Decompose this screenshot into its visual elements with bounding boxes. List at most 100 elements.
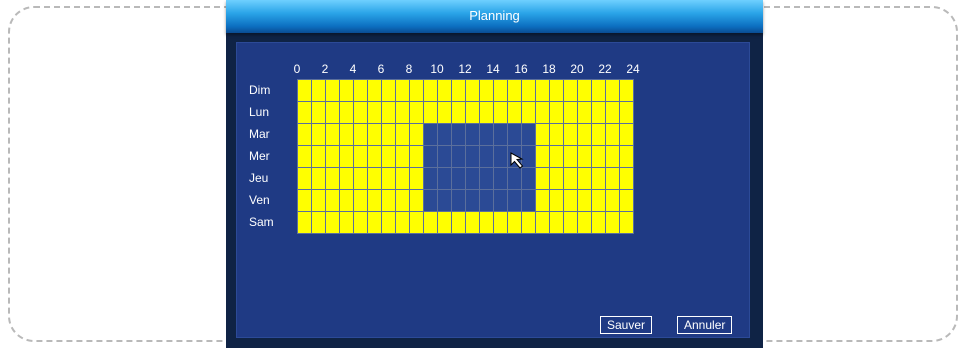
schedule-cell[interactable]	[522, 102, 536, 124]
schedule-cell[interactable]	[564, 124, 578, 146]
schedule-cell[interactable]	[592, 102, 606, 124]
schedule-cell[interactable]	[452, 190, 466, 212]
schedule-cell[interactable]	[298, 168, 312, 190]
schedule-cell[interactable]	[494, 212, 508, 234]
schedule-cell[interactable]	[592, 212, 606, 234]
schedule-cell[interactable]	[578, 80, 592, 102]
schedule-cell[interactable]	[620, 102, 634, 124]
schedule-cell[interactable]	[368, 168, 382, 190]
schedule-cell[interactable]	[466, 124, 480, 146]
schedule-cell[interactable]	[424, 124, 438, 146]
schedule-cell[interactable]	[438, 190, 452, 212]
schedule-cell[interactable]	[508, 124, 522, 146]
schedule-cell[interactable]	[312, 124, 326, 146]
schedule-cell[interactable]	[592, 146, 606, 168]
schedule-cell[interactable]	[452, 146, 466, 168]
schedule-cell[interactable]	[620, 168, 634, 190]
schedule-cell[interactable]	[340, 190, 354, 212]
schedule-cell[interactable]	[564, 80, 578, 102]
schedule-cell[interactable]	[452, 80, 466, 102]
schedule-cell[interactable]	[438, 212, 452, 234]
schedule-cell[interactable]	[382, 168, 396, 190]
schedule-cell[interactable]	[298, 190, 312, 212]
schedule-cell[interactable]	[494, 146, 508, 168]
schedule-cell[interactable]	[564, 212, 578, 234]
schedule-cell[interactable]	[606, 124, 620, 146]
schedule-cell[interactable]	[494, 80, 508, 102]
schedule-cell[interactable]	[424, 80, 438, 102]
schedule-cell[interactable]	[368, 124, 382, 146]
schedule-cell[interactable]	[424, 146, 438, 168]
schedule-cell[interactable]	[410, 80, 424, 102]
schedule-cell[interactable]	[410, 146, 424, 168]
schedule-cell[interactable]	[620, 80, 634, 102]
schedule-cell[interactable]	[452, 212, 466, 234]
schedule-cell[interactable]	[326, 124, 340, 146]
schedule-cell[interactable]	[480, 146, 494, 168]
schedule-cell[interactable]	[480, 212, 494, 234]
schedule-cell[interactable]	[564, 168, 578, 190]
schedule-cell[interactable]	[410, 190, 424, 212]
schedule-cell[interactable]	[312, 190, 326, 212]
schedule-cell[interactable]	[620, 124, 634, 146]
schedule-cell[interactable]	[536, 168, 550, 190]
schedule-cell[interactable]	[396, 146, 410, 168]
schedule-cell[interactable]	[606, 212, 620, 234]
schedule-cell[interactable]	[368, 190, 382, 212]
schedule-cell[interactable]	[578, 212, 592, 234]
schedule-cell[interactable]	[438, 146, 452, 168]
schedule-cell[interactable]	[382, 146, 396, 168]
schedule-cell[interactable]	[368, 102, 382, 124]
schedule-cell[interactable]	[340, 212, 354, 234]
schedule-cell[interactable]	[326, 212, 340, 234]
schedule-cell[interactable]	[466, 80, 480, 102]
schedule-cell[interactable]	[606, 190, 620, 212]
schedule-cell[interactable]	[354, 124, 368, 146]
schedule-cell[interactable]	[312, 212, 326, 234]
schedule-cell[interactable]	[592, 168, 606, 190]
schedule-cell[interactable]	[326, 168, 340, 190]
schedule-cell[interactable]	[522, 190, 536, 212]
schedule-cell[interactable]	[564, 102, 578, 124]
schedule-cell[interactable]	[550, 80, 564, 102]
schedule-cell[interactable]	[396, 102, 410, 124]
schedule-cell[interactable]	[592, 124, 606, 146]
schedule-cell[interactable]	[480, 168, 494, 190]
schedule-cell[interactable]	[396, 168, 410, 190]
schedule-cell[interactable]	[536, 146, 550, 168]
schedule-cell[interactable]	[340, 80, 354, 102]
schedule-cell[interactable]	[508, 80, 522, 102]
schedule-cell[interactable]	[592, 190, 606, 212]
schedule-cell[interactable]	[340, 102, 354, 124]
schedule-cell[interactable]	[536, 190, 550, 212]
schedule-cell[interactable]	[466, 168, 480, 190]
schedule-cell[interactable]	[396, 212, 410, 234]
schedule-cell[interactable]	[578, 102, 592, 124]
schedule-cell[interactable]	[452, 102, 466, 124]
schedule-cell[interactable]	[536, 80, 550, 102]
schedule-cell[interactable]	[354, 102, 368, 124]
schedule-cell[interactable]	[508, 212, 522, 234]
schedule-cell[interactable]	[550, 190, 564, 212]
schedule-cell[interactable]	[340, 124, 354, 146]
schedule-cell[interactable]	[550, 124, 564, 146]
schedule-cell[interactable]	[522, 80, 536, 102]
schedule-cell[interactable]	[396, 80, 410, 102]
schedule-cell[interactable]	[564, 190, 578, 212]
schedule-cell[interactable]	[550, 168, 564, 190]
schedule-cell[interactable]	[298, 80, 312, 102]
schedule-cell[interactable]	[326, 80, 340, 102]
schedule-cell[interactable]	[424, 212, 438, 234]
cancel-button[interactable]: Annuler	[677, 316, 733, 334]
schedule-cell[interactable]	[326, 146, 340, 168]
schedule-cell[interactable]	[354, 212, 368, 234]
schedule-cell[interactable]	[298, 124, 312, 146]
schedule-cell[interactable]	[340, 168, 354, 190]
schedule-cell[interactable]	[522, 212, 536, 234]
schedule-grid[interactable]	[297, 79, 634, 234]
schedule-cell[interactable]	[382, 80, 396, 102]
schedule-cell[interactable]	[438, 80, 452, 102]
schedule-cell[interactable]	[494, 168, 508, 190]
schedule-cell[interactable]	[508, 190, 522, 212]
schedule-cell[interactable]	[354, 168, 368, 190]
